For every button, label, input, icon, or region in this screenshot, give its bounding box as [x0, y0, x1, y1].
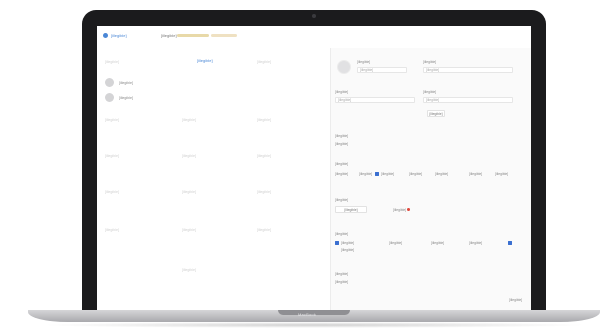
- list-item[interactable]: [illegible]: [105, 78, 305, 88]
- photo-stage: [illegible] [illegible] [illegible] [ill…: [0, 0, 614, 332]
- ghost-cell: [illegible]: [105, 228, 119, 232]
- section-label: [illegible]: [335, 198, 349, 202]
- select-field[interactable]: [illegible]: [423, 97, 513, 103]
- field-label: [illegible]: [423, 60, 437, 64]
- nav-tag[interactable]: [177, 34, 209, 37]
- option-chip[interactable]: [illegible]: [409, 172, 422, 176]
- ghost-cell: [illegible]: [182, 268, 196, 272]
- name-field[interactable]: [illegible]: [357, 67, 407, 73]
- detail-panel: [illegible] [illegible] [illegible] [ill…: [331, 48, 531, 310]
- ghost-cell: [illegible]: [257, 190, 271, 194]
- section-label: [illegible]: [335, 162, 349, 166]
- ghost-cell: [illegible]: [257, 118, 271, 122]
- option-chip[interactable]: [illegible]: [495, 172, 508, 176]
- id-field[interactable]: [illegible]: [423, 67, 513, 73]
- ghost-cell: [illegible]: [182, 228, 196, 232]
- ghost-cell: [illegible]: [105, 118, 119, 122]
- app-logo-text[interactable]: [illegible]: [111, 33, 127, 38]
- option-chip[interactable]: [illegible]: [469, 172, 482, 176]
- small-button[interactable]: [illegible]: [427, 110, 445, 117]
- ghost-cell: [illegible]: [105, 154, 119, 158]
- nav-tag-secondary[interactable]: [211, 34, 237, 37]
- list-item-text: [illegible]: [119, 96, 133, 100]
- checkbox-checked-icon[interactable]: [375, 172, 379, 176]
- alert-dot-icon: [407, 208, 410, 211]
- option-chip[interactable]: [illegible]: [359, 172, 372, 176]
- list-panel: [illegible] [illegible] [illegible] [ill…: [97, 48, 330, 310]
- check-item[interactable]: [illegible]: [389, 241, 402, 245]
- ghost-cell: [illegible]: [257, 60, 271, 64]
- list-item[interactable]: [illegible]: [105, 93, 305, 103]
- select-field[interactable]: [illegible]: [335, 97, 415, 103]
- section-value[interactable]: [illegible]: [335, 142, 348, 146]
- option-chip[interactable]: [illegible]: [335, 172, 348, 176]
- option-chip[interactable]: [illegible]: [381, 172, 394, 176]
- shadow: [40, 322, 588, 328]
- ghost-cell: [illegible]: [257, 154, 271, 158]
- flag-label: [illegible]: [393, 208, 407, 212]
- check-item[interactable]: [illegible]: [341, 248, 354, 252]
- section-label: [illegible]: [335, 134, 349, 138]
- section-label: [illegible]: [335, 272, 349, 276]
- check-item[interactable]: [illegible]: [341, 241, 354, 245]
- field-label: [illegible]: [357, 60, 371, 64]
- camera-icon: [312, 14, 316, 18]
- laptop-screen: [illegible] [illegible] [illegible] [ill…: [97, 26, 531, 310]
- action-button[interactable]: [illegible]: [335, 206, 367, 213]
- field-label: [illegible]: [335, 90, 349, 94]
- ghost-cell: [illegible]: [182, 154, 196, 158]
- section-value[interactable]: [illegible]: [335, 280, 348, 284]
- nav-tab[interactable]: [illegible]: [161, 33, 177, 38]
- check-item[interactable]: [illegible]: [431, 241, 444, 245]
- option-chip[interactable]: [illegible]: [435, 172, 448, 176]
- ghost-cell: [illegible]: [105, 190, 119, 194]
- avatar-icon: [105, 78, 114, 87]
- avatar-icon: [105, 93, 114, 102]
- list-item-text: [illegible]: [119, 81, 133, 85]
- check-item[interactable]: [illegible]: [469, 241, 482, 245]
- brand-label: MacBook: [297, 312, 317, 317]
- app-logo-icon: [103, 33, 108, 38]
- list-panel-title[interactable]: [illegible]: [197, 58, 213, 63]
- laptop-lid: [illegible] [illegible] [illegible] [ill…: [82, 10, 546, 310]
- ghost-cell: [illegible]: [182, 190, 196, 194]
- section-label: [illegible]: [335, 232, 349, 236]
- ghost-cell: [illegible]: [257, 228, 271, 232]
- checkbox-checked-icon[interactable]: [508, 241, 512, 245]
- checkbox-checked-icon[interactable]: [335, 241, 339, 245]
- ghost-cell: [illegible]: [182, 118, 196, 122]
- footer-text: [illegible]: [509, 298, 523, 302]
- app-header: [illegible] [illegible]: [97, 26, 531, 48]
- field-label: [illegible]: [423, 90, 437, 94]
- avatar-icon[interactable]: [337, 60, 351, 74]
- ghost-cell: [illegible]: [105, 60, 119, 64]
